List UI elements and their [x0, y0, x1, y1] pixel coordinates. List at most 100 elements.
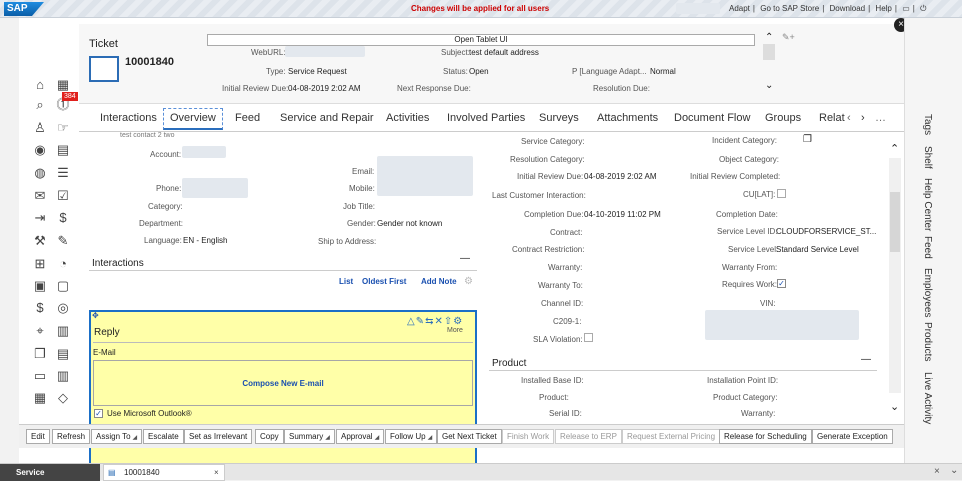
tab-scroll-right-icon[interactable]: ›	[861, 112, 865, 124]
side-tab-shelf[interactable]: Shelf	[922, 146, 933, 169]
org-icon[interactable]: ♙	[32, 120, 48, 136]
download-link[interactable]: Download	[827, 4, 869, 13]
side-tab-tags[interactable]: Tags	[922, 114, 933, 135]
checklist-icon[interactable]: ☑	[55, 188, 71, 204]
pages-icon[interactable]: ❐	[32, 346, 48, 362]
adapt-link[interactable]: Adapt	[726, 4, 753, 13]
tab-activities[interactable]: Activities	[386, 112, 429, 124]
side-tab-employees[interactable]: Employees	[922, 268, 933, 317]
release-for-scheduling-button[interactable]: Release for Scheduling	[719, 429, 812, 444]
requires-work-checkbox[interactable]: ✓	[777, 279, 786, 288]
tag-add-icon[interactable]: ✎+	[782, 32, 795, 43]
sap-logo[interactable]: SAP	[4, 2, 44, 16]
report-icon[interactable]: ▤	[55, 142, 71, 158]
ticket-tab[interactable]: ▤ 10001840 ×	[103, 464, 225, 481]
edit-doc-icon[interactable]: ✎	[55, 233, 71, 249]
taskbar-expand-icon[interactable]: ⌄	[950, 465, 958, 476]
sap-store-link[interactable]: Go to SAP Store	[757, 4, 822, 13]
approval-button[interactable]: Approval ◢	[336, 429, 385, 444]
generate-exception-button[interactable]: Generate Exception	[812, 429, 893, 444]
tab-groups[interactable]: Groups	[765, 112, 801, 124]
ledger-icon[interactable]: ▥	[55, 368, 71, 384]
list-link[interactable]: List	[339, 277, 353, 286]
transfer-icon[interactable]: ⇥	[32, 210, 48, 226]
tab-surveys[interactable]: Surveys	[539, 112, 579, 124]
collapse-up-icon[interactable]: ⌃	[765, 32, 773, 43]
list-icon[interactable]: ☰	[55, 165, 71, 181]
hand-icon[interactable]: ☞	[55, 120, 71, 136]
set-as-irrelevant-button[interactable]: Set as Irrelevant	[184, 429, 253, 444]
edit-button[interactable]: Edit	[26, 429, 50, 444]
use-outlook-checkbox[interactable]: ✓	[94, 409, 103, 418]
culat-checkbox[interactable]	[777, 189, 786, 198]
shield-icon[interactable]: ◇	[55, 390, 71, 406]
email-mobile-values[interactable]	[377, 156, 473, 196]
scroll-up-icon[interactable]: ⌃	[890, 142, 899, 155]
document-icon[interactable]: ▢	[55, 278, 71, 294]
more-tabs-icon[interactable]: …	[875, 112, 886, 124]
tab-document-flow[interactable]: Document Flow	[674, 112, 750, 124]
drag-handle-icon[interactable]: ✥	[92, 311, 99, 320]
copy-button[interactable]: Copy	[255, 429, 284, 444]
scroll-thumb[interactable]	[890, 192, 900, 252]
add-note-link[interactable]: Add Note	[421, 277, 457, 286]
side-tab-live-activity[interactable]: Live Activity	[922, 372, 933, 424]
sla-violation-checkbox[interactable]	[584, 333, 593, 342]
tab-attachments[interactable]: Attachments	[597, 112, 658, 124]
search-icon[interactable]: ⌕	[32, 97, 48, 113]
header-scroll-thumb[interactable]	[763, 44, 775, 60]
clipboard-icon[interactable]: ▦	[32, 390, 48, 406]
form-icon[interactable]: ▥	[55, 323, 71, 339]
summary-button[interactable]: Summary ◢	[284, 429, 335, 444]
reply-toolbar-icons[interactable]: △✎⇆✕⇧⚙	[407, 316, 463, 327]
service-workcenter[interactable]: Service	[0, 464, 100, 481]
assign-to-button[interactable]: Assign To ◢	[91, 429, 143, 444]
settings-gear-icon[interactable]: ⚙	[464, 276, 473, 287]
content-scrollbar[interactable]	[889, 158, 901, 393]
presentation-icon[interactable]: ▣	[32, 278, 48, 294]
collapse-interactions-icon[interactable]: —	[460, 253, 470, 264]
account-value[interactable]	[182, 146, 226, 158]
more-link[interactable]: More	[447, 327, 463, 334]
tab-relationships[interactable]: Relat	[819, 112, 845, 124]
tab-overview[interactable]: Overview	[163, 108, 223, 130]
expand-down-icon[interactable]: ⌄	[765, 80, 773, 91]
side-tab-feed[interactable]: Feed	[922, 236, 933, 259]
money-icon[interactable]: $	[32, 300, 48, 316]
get-next-ticket-button[interactable]: Get Next Ticket	[437, 429, 502, 444]
contact-icon[interactable]: ◍	[32, 165, 48, 181]
close-all-icon[interactable]: ×	[934, 466, 940, 477]
tools-icon[interactable]: ⚒	[32, 233, 48, 249]
calendar2-icon[interactable]: ▭	[32, 368, 48, 384]
calendar-icon[interactable]: ▦	[55, 77, 71, 93]
mail-icon[interactable]: ✉	[32, 188, 48, 204]
release-to-erp-button[interactable]: Release to ERP	[555, 429, 622, 444]
oldest-first-link[interactable]: Oldest First	[362, 277, 406, 286]
tab-involved-parties[interactable]: Involved Parties	[447, 112, 525, 124]
tab-interactions[interactable]: Interactions	[100, 112, 157, 124]
screen-icon[interactable]: ▭	[899, 4, 913, 13]
tab-service-and-repair[interactable]: Service and Repair	[280, 112, 374, 124]
collapse-product-icon[interactable]: —	[861, 354, 871, 365]
side-tab-help-center[interactable]: Help Center	[922, 178, 933, 231]
phone-value[interactable]	[182, 178, 248, 198]
open-tablet-ui-bar[interactable]: Open Tablet UI	[207, 34, 755, 46]
follow-up-button[interactable]: Follow Up ◢	[385, 429, 438, 444]
account-icon[interactable]: ◉	[32, 142, 48, 158]
request-external-pricing-button[interactable]: Request External Pricing	[622, 429, 721, 444]
side-tab-products[interactable]: Products	[922, 322, 933, 361]
location-icon[interactable]: ⌖	[32, 323, 48, 339]
weburl-value[interactable]	[285, 46, 365, 57]
tab-scroll-left-icon[interactable]: ‹	[847, 112, 851, 124]
help-link[interactable]: Help	[872, 4, 894, 13]
home-icon[interactable]: ⌂	[32, 77, 48, 93]
finish-work-button[interactable]: Finish Work	[502, 429, 555, 444]
close-tab-icon[interactable]: ×	[214, 465, 219, 480]
dollar-icon[interactable]: $	[55, 210, 71, 226]
logoff-icon[interactable]: ⏻	[917, 4, 929, 13]
globe-icon[interactable]: ◎	[55, 300, 71, 316]
refresh-button[interactable]: Refresh	[52, 429, 91, 444]
copy-icon[interactable]: ❐	[803, 134, 812, 145]
notes-icon[interactable]: ▤	[55, 346, 71, 362]
scroll-down-icon[interactable]: ⌄	[890, 400, 899, 413]
